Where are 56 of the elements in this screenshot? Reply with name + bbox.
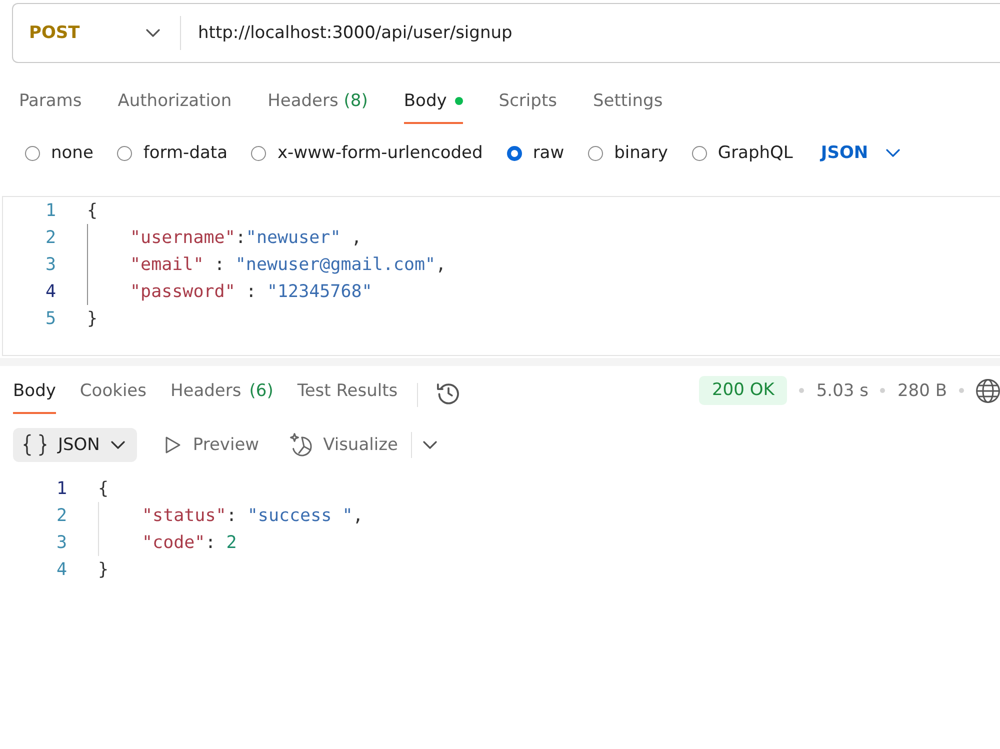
history-icon[interactable] (436, 382, 460, 405)
line-number: 2 (45, 226, 56, 248)
line-number: 5 (45, 308, 56, 330)
radio-option[interactable]: x-www-form-urlencoded (251, 142, 483, 164)
radio-option[interactable]: GraphQL (692, 142, 793, 164)
braces-icon (22, 434, 48, 456)
response-time: 5.03 s (816, 380, 868, 400)
status-badge: 200 OK (698, 376, 788, 405)
format-dropdown[interactable]: JSON (820, 143, 900, 163)
code-line: "username":"newuser" , (130, 226, 362, 248)
line-number: 4 (45, 280, 56, 302)
separator-dot-icon (799, 388, 804, 393)
request-tab[interactable]: Params (19, 82, 82, 124)
url-field[interactable]: http://localhost:3000/api/user/signup (181, 22, 512, 44)
line-number: 3 (56, 532, 67, 554)
separator-dot-icon (959, 388, 964, 393)
radio-option[interactable]: raw (506, 142, 564, 164)
request-tab[interactable]: Settings (592, 82, 663, 124)
play-icon (164, 436, 181, 454)
response-tab[interactable]: Test Results (297, 371, 398, 414)
line-number: 3 (45, 254, 56, 276)
pie-sparkle-icon (290, 433, 314, 457)
separator-dot-icon (880, 388, 886, 393)
request-tab[interactable]: Scripts (498, 82, 557, 124)
code-line: { (87, 200, 98, 222)
code-line: "email" : "newuser@gmail.com", (130, 254, 446, 276)
caret-icon (146, 29, 160, 37)
line-number: 2 (56, 504, 67, 526)
request-tab[interactable]: Body (404, 82, 463, 124)
response-tab[interactable]: Body (13, 371, 56, 414)
radio-option[interactable]: form-data (117, 142, 228, 164)
method-dropdown[interactable]: POST (13, 4, 180, 62)
code-editor[interactable]: 1 { 2 "username":"newuser" , 3 "email" : "newuser@gmail.com", 4 "password" : "12345768" 5 } (2, 196, 1000, 356)
code-line: } (87, 308, 98, 330)
code-line: { (98, 478, 109, 500)
visualize-button[interactable]: Visualize (290, 433, 398, 457)
radio-option[interactable]: binary (588, 142, 668, 164)
line-number: 4 (56, 558, 67, 580)
response-size: 280 B (897, 380, 947, 400)
request-tab[interactable]: Authorization (118, 82, 232, 124)
request-tab[interactable]: Headers (8) (268, 82, 368, 124)
globe-icon[interactable] (976, 378, 1000, 402)
response-tab[interactable]: Headers (6) (170, 371, 274, 414)
line-number: 1 (45, 200, 56, 222)
line-number: 1 (56, 478, 67, 500)
code-line: "code": 2 (142, 532, 237, 554)
format-dropdown[interactable]: JSON (13, 428, 137, 462)
caret-icon (422, 441, 437, 449)
caret-icon (886, 149, 900, 157)
code-line: } (98, 558, 109, 580)
preview-button[interactable]: Preview (164, 435, 260, 455)
code-line: "status": "success ", (142, 504, 364, 526)
radio-option[interactable]: none (25, 142, 94, 164)
caret-icon (110, 441, 125, 449)
code-line: "password" : "12345768" (130, 280, 372, 302)
response-tab[interactable]: Cookies (80, 371, 146, 414)
